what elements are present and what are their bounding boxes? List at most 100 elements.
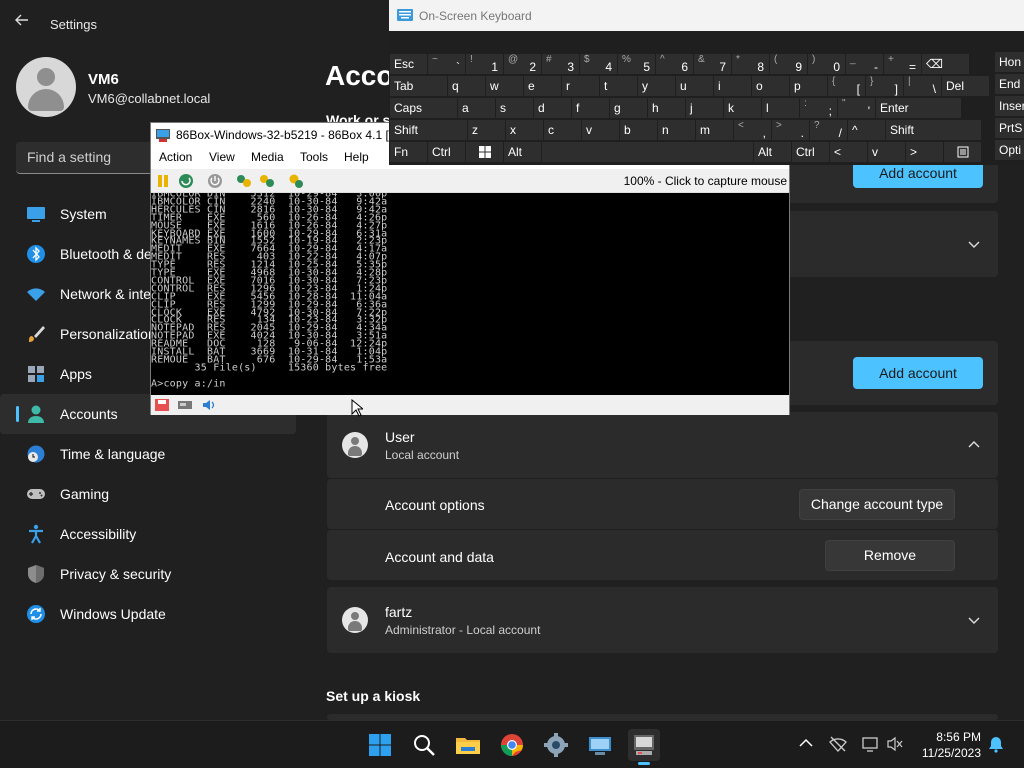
osk-key-m[interactable]: m (696, 120, 733, 140)
osk-key-nav[interactable]: PrtS (995, 118, 1024, 138)
osk-key-2[interactable]: @2 (504, 54, 541, 74)
osk-key-alt[interactable]: Alt (504, 142, 541, 162)
sound-icon[interactable] (201, 398, 217, 412)
chrome-button[interactable] (496, 729, 528, 761)
osk-key-j[interactable]: j (686, 98, 723, 118)
osk-key-f[interactable]: f (572, 98, 609, 118)
settings-taskbar-button[interactable] (540, 729, 572, 761)
osk-key-x[interactable]: x (506, 120, 543, 140)
86box-window[interactable]: 86Box-Windows-32-b5219 - 86Box 4.1 [I Ac… (150, 122, 790, 415)
osk-key-sym[interactable]: " ' (838, 98, 875, 118)
osk-key-sym[interactable]: ~ ` (428, 54, 465, 74)
settings-gears-icon[interactable] (288, 173, 304, 189)
osk-key-enter[interactable]: Enter (876, 98, 961, 118)
osk-key-sym[interactable]: + = (884, 54, 921, 74)
nav-item-windows-update[interactable]: Windows Update (0, 594, 296, 634)
osk-key-z[interactable]: z (468, 120, 505, 140)
file-explorer-button[interactable] (452, 729, 484, 761)
osk-key-7[interactable]: & 7 (694, 54, 731, 74)
osk-key-nav[interactable]: End (995, 74, 1024, 94)
86box-taskbar-button[interactable] (628, 729, 660, 765)
osk-key-a[interactable]: a (458, 98, 495, 118)
osk-key-fn[interactable]: Fn (390, 142, 427, 162)
osk-key-space[interactable] (542, 142, 753, 162)
start-button[interactable] (364, 729, 396, 761)
osk-key-menu[interactable] (944, 142, 981, 162)
osk-key-shift[interactable]: Shift (390, 120, 467, 140)
osk-key-s[interactable]: s (496, 98, 533, 118)
profile-avatar[interactable] (16, 57, 76, 117)
osk-key-caps[interactable]: Caps (390, 98, 457, 118)
card-user-header[interactable]: User Local account (327, 412, 998, 478)
osk-key-8[interactable]: * 8 (732, 54, 769, 74)
osk-key-l[interactable]: l (762, 98, 799, 118)
pause-icon[interactable] (155, 173, 171, 189)
osk-key-ctrl[interactable]: Ctrl (792, 142, 829, 162)
osk-key-nav[interactable]: Inser (995, 96, 1024, 116)
osk-key-c[interactable]: c (544, 120, 581, 140)
menu-view[interactable]: View (209, 150, 235, 164)
chevron-up-icon[interactable] (967, 438, 981, 452)
osk-key-v[interactable]: v (868, 142, 905, 162)
osk-key-w[interactable]: w (486, 76, 523, 96)
osk-key-sym[interactable]: > (906, 142, 943, 162)
clock-time[interactable]: 8:56 PM (936, 730, 981, 744)
osk-key-nav[interactable]: Opti (995, 140, 1024, 160)
search-button[interactable] (408, 729, 440, 761)
add-account-button-2[interactable]: Add account (853, 357, 983, 389)
power-icon[interactable] (207, 173, 223, 189)
ctrl-alt-esc-icon[interactable] (259, 173, 275, 189)
osk-key-g[interactable]: g (610, 98, 647, 118)
osk-key-4[interactable]: $4 (580, 54, 617, 74)
osk-key-nav[interactable]: Hon (995, 52, 1024, 72)
osk-key-u[interactable]: u (676, 76, 713, 96)
reset-icon[interactable] (178, 173, 194, 189)
osk-key-3[interactable]: #3 (542, 54, 579, 74)
osk-key-r[interactable]: r (562, 76, 599, 96)
floppy-drive-icon[interactable] (154, 398, 170, 412)
osk-key-sym[interactable]: < (830, 142, 867, 162)
osk-key-shift[interactable]: Shift (886, 120, 981, 140)
osk-key-ctrl[interactable]: Ctrl (428, 142, 465, 162)
menu-help[interactable]: Help (344, 150, 369, 164)
volume-muted-icon[interactable] (886, 735, 904, 753)
nav-item-time-language[interactable]: Time & language (0, 434, 296, 474)
menu-media[interactable]: Media (251, 150, 284, 164)
osk-key-p[interactable]: p (790, 76, 827, 96)
osk-key-o[interactable]: o (752, 76, 789, 96)
nav-item-privacy[interactable]: Privacy & security (0, 554, 296, 594)
osk-key-tab[interactable]: Tab (390, 76, 447, 96)
osk-key-sym[interactable]: >. (772, 120, 809, 140)
back-button[interactable] (14, 12, 34, 34)
emulator-screen[interactable]: IBMCOLOR DIN 5312 10-29-84 3:00p IBMCOLOR… (151, 193, 789, 395)
osk-key-e[interactable]: e (524, 76, 561, 96)
osk-key-9[interactable]: (9 (770, 54, 807, 74)
osk-key-sym[interactable]: _ - (846, 54, 883, 74)
osk-key-sym[interactable]: | \ (904, 76, 941, 96)
card-fartz[interactable]: fartz Administrator - Local account (327, 587, 998, 653)
osk-key-5[interactable]: % 5 (618, 54, 655, 74)
osk-key-t[interactable]: t (600, 76, 637, 96)
menu-action[interactable]: Action (159, 150, 192, 164)
network-disconnected-icon[interactable] (829, 735, 847, 753)
osk-key-n[interactable]: n (658, 120, 695, 140)
osk-key-win[interactable] (466, 142, 503, 162)
osk-key-sym[interactable]: :; (800, 98, 837, 118)
remote-desktop-button[interactable] (584, 729, 616, 761)
osk-key-sym[interactable]: {[ (828, 76, 865, 96)
notification-bell-icon[interactable] (987, 735, 1005, 753)
osk-key-sym[interactable]: ⌫ (922, 54, 969, 74)
osk-key-b[interactable]: b (620, 120, 657, 140)
nav-item-accessibility[interactable]: Accessibility (0, 514, 296, 554)
osk-key-h[interactable]: h (648, 98, 685, 118)
nav-item-gaming[interactable]: Gaming (0, 474, 296, 514)
osk-key-6[interactable]: ^ 6 (656, 54, 693, 74)
change-account-type-button[interactable]: Change account type (799, 489, 955, 520)
remove-button[interactable]: Remove (825, 540, 955, 571)
on-screen-keyboard[interactable]: On-Screen Keyboard Esc ~ `! 1 @2 #3 $4% 5 ^ 6 & 7 * 8… (389, 0, 1024, 165)
osk-key-sym[interactable]: }] (866, 76, 903, 96)
osk-key-y[interactable]: y (638, 76, 675, 96)
menu-tools[interactable]: Tools (300, 150, 328, 164)
hard-disk-icon[interactable] (177, 398, 193, 412)
chevron-up-icon[interactable] (797, 735, 815, 753)
